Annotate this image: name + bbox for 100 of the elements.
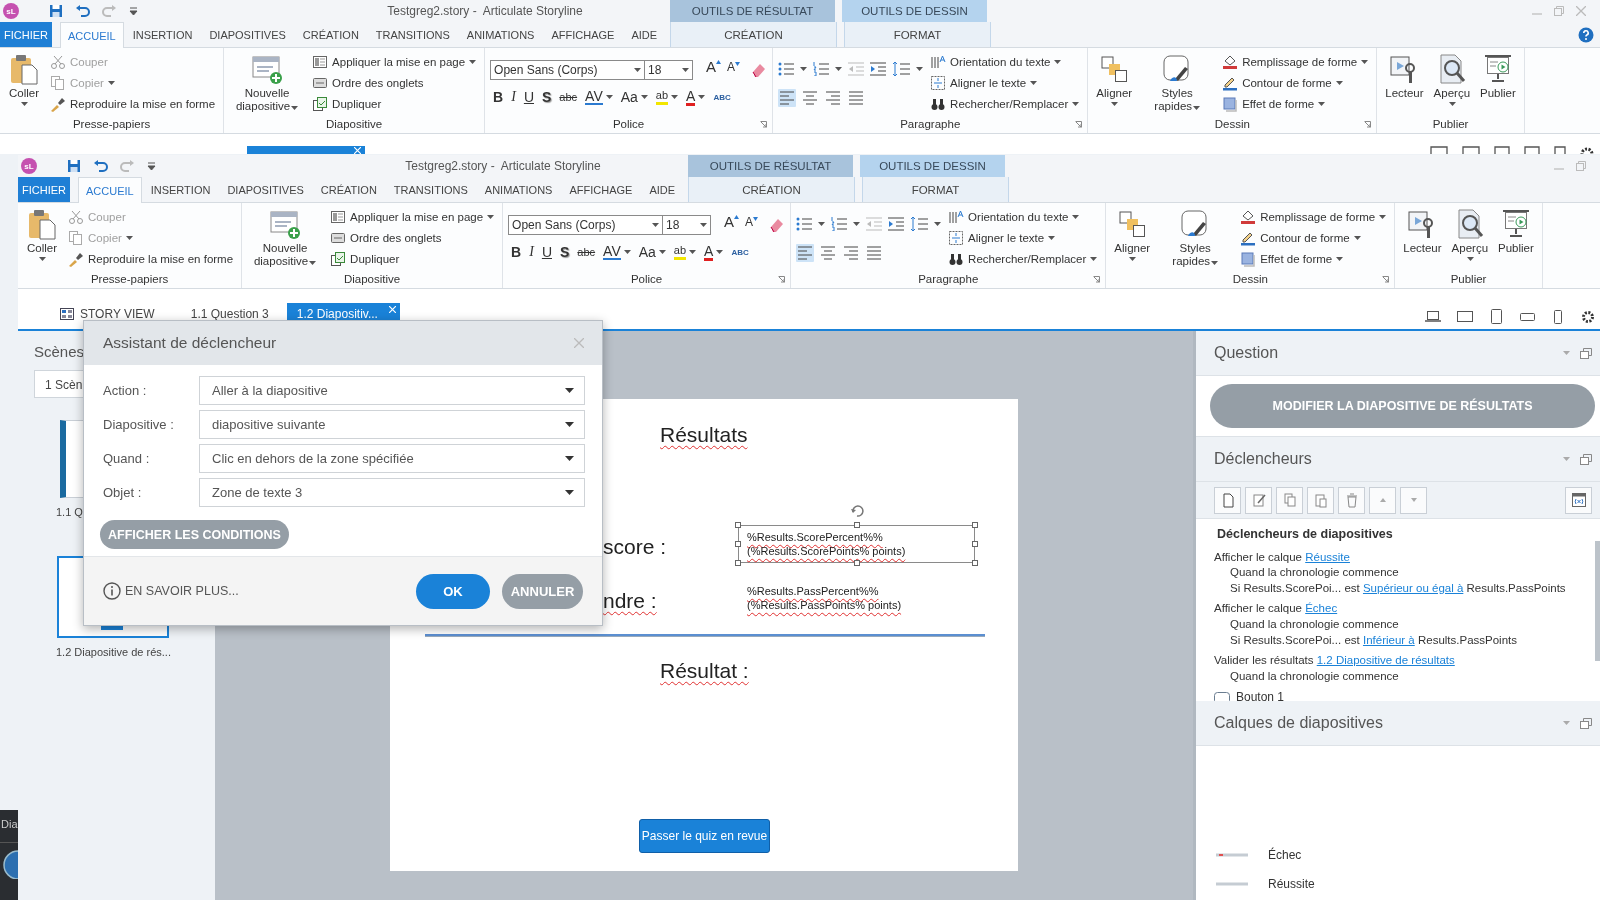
dialog-launcher-icon[interactable]	[1364, 121, 1372, 128]
ribbon-tab[interactable]: CRÉATION	[312, 177, 385, 202]
trigger-link[interactable]: Supérieur ou égal à	[1362, 581, 1464, 594]
change-case-button[interactable]: Aa	[635, 240, 669, 264]
restore-icon[interactable]	[1580, 347, 1592, 359]
numbered-list-icon[interactable]	[831, 217, 848, 231]
justify-icon[interactable]	[847, 89, 866, 107]
increase-indent-icon[interactable]	[888, 217, 905, 231]
file-tab[interactable]: FICHIER	[0, 22, 52, 47]
gear-icon[interactable]	[1580, 308, 1596, 324]
ok-button[interactable]: OK	[416, 573, 490, 609]
resize-handle[interactable]	[735, 541, 741, 547]
bold-button[interactable]: B	[490, 85, 507, 109]
rotate-handle-icon[interactable]	[849, 503, 864, 517]
ribbon-button[interactable]: Rechercher/Remplacer	[927, 93, 1083, 114]
strikethrough-button[interactable]: abc	[574, 240, 599, 264]
ribbon-button[interactable]: Remplissage de forme	[1219, 51, 1372, 72]
ribbon-button[interactable]: Nouvelle diapositive	[247, 206, 324, 270]
ribbon-button[interactable]: Contour de forme	[1219, 72, 1372, 93]
undo-icon[interactable]	[93, 159, 108, 173]
device-icon[interactable]	[1554, 146, 1566, 154]
ribbon-button[interactable]: Remplissage de forme	[1237, 206, 1390, 227]
font-color-button[interactable]: A	[683, 85, 709, 109]
ribbon-button[interactable]: Coller	[23, 206, 61, 263]
customize-icon[interactable]	[129, 7, 138, 15]
shadow-button[interactable]: S	[557, 240, 573, 264]
italic-button[interactable]: I	[526, 240, 537, 264]
bullet-list-icon[interactable]	[778, 62, 795, 76]
change-case-button[interactable]: Aa	[617, 85, 651, 109]
justify-icon[interactable]	[865, 244, 884, 262]
underline-button[interactable]: U	[520, 85, 537, 109]
ribbon-tab[interactable]: AIDE	[623, 22, 666, 47]
shadow-button[interactable]: S	[539, 85, 555, 109]
undo-icon[interactable]	[75, 4, 90, 18]
customize-icon[interactable]	[147, 162, 156, 170]
toolbar-button[interactable]	[1245, 486, 1272, 514]
ribbon-tab[interactable]: TRANSITIONS	[385, 177, 476, 202]
ribbon-button[interactable]: Contour de forme	[1237, 227, 1390, 248]
trigger-link[interactable]: 1.2 Diapositive de résultats	[1316, 654, 1455, 667]
ribbon-tab[interactable]: INSERTION	[142, 177, 219, 202]
font-name-dropdown[interactable]: Open Sans (Corps)	[490, 60, 646, 80]
ribbon-tab[interactable]: ANIMATIONS	[458, 22, 543, 47]
resize-handle[interactable]	[735, 522, 741, 528]
ribbon-button[interactable]: Aperçu	[1448, 206, 1492, 263]
toolbar-button[interactable]	[1338, 486, 1365, 514]
font-size-dropdown[interactable]: 18	[663, 215, 712, 235]
dropdown-field[interactable]: Clic en dehors de la zone spécifiée	[199, 444, 585, 473]
ribbon-tab[interactable]: FORMAT	[862, 177, 1009, 202]
ribbon-button[interactable]: Publier	[1477, 51, 1519, 102]
ribbon-button[interactable]: Orientation du texte	[945, 206, 1101, 227]
dialog-launcher-icon[interactable]	[1382, 276, 1390, 283]
ribbon-button[interactable]: Coller	[5, 51, 43, 108]
grow-font-button[interactable]: A	[721, 213, 743, 237]
ribbon-button[interactable]: Reproduire la mise en forme	[47, 93, 219, 114]
trigger-link[interactable]: Inférieur à	[1362, 633, 1415, 646]
grow-font-button[interactable]: A	[703, 58, 725, 82]
increase-indent-icon[interactable]	[870, 62, 887, 76]
shrink-font-button[interactable]: A	[742, 215, 762, 239]
resize-handle[interactable]	[972, 522, 978, 528]
ribbon-button[interactable]: Dupliquer	[327, 248, 498, 269]
resize-handle[interactable]	[853, 560, 860, 566]
ribbon-tab[interactable]: AIDE	[641, 177, 684, 202]
laptop-icon[interactable]	[1424, 308, 1442, 324]
ribbon-tab[interactable]: FORMAT	[844, 22, 991, 47]
ribbon-tab[interactable]: INSERTION	[124, 22, 201, 47]
resize-handle[interactable]	[853, 522, 860, 528]
story-tab[interactable]: STORY VIEW	[42, 303, 173, 329]
ribbon-button[interactable]: Rechercher/Remplacer	[945, 248, 1101, 269]
underline-button[interactable]: U	[538, 240, 555, 264]
dropdown-field[interactable]: diapositive suivante	[199, 410, 585, 439]
gear-icon[interactable]	[1580, 146, 1594, 154]
line-spacing-icon[interactable]	[892, 61, 911, 77]
dialog-launcher-icon[interactable]	[1075, 121, 1083, 128]
ribbon-button[interactable]: Publier	[1495, 206, 1537, 257]
bullet-list-icon[interactable]	[796, 217, 813, 231]
ribbon-button[interactable]: Styles rapides	[1139, 51, 1216, 115]
dropdown-field[interactable]: Aller à la diapositive	[199, 376, 585, 405]
ribbon-button[interactable]: Styles rapides	[1157, 206, 1234, 270]
ribbon-tab[interactable]: ACCUEIL	[60, 22, 124, 48]
device-icon[interactable]	[1462, 146, 1480, 154]
text-box[interactable]: %Results.PassPercent%% (%Results.PassPoints% points)	[733, 574, 980, 622]
strikethrough-button[interactable]: abc	[556, 85, 581, 109]
trigger-link[interactable]: Échec	[1305, 602, 1338, 615]
character-spacing-button[interactable]: AV	[600, 240, 634, 264]
ribbon-button[interactable]: Effet de forme	[1237, 248, 1390, 269]
save-icon[interactable]	[67, 159, 81, 173]
highlight-button[interactable]: ab	[652, 85, 682, 109]
ribbon-button[interactable]: Aligner	[1111, 206, 1154, 263]
ribbon-button[interactable]: Lecteur	[1400, 206, 1445, 257]
monitor-icon[interactable]	[1456, 308, 1474, 324]
ribbon-button[interactable]: Dupliquer	[309, 93, 480, 114]
spell-check-button[interactable]: ABC	[728, 240, 752, 264]
ribbon-button[interactable]: Ordre des onglets	[327, 227, 498, 248]
align-center-icon[interactable]	[801, 89, 820, 107]
align-left-icon[interactable]	[778, 89, 797, 107]
ribbon-button[interactable]: Effet de forme	[1219, 93, 1372, 114]
ribbon-tab[interactable]: CRÉATION	[688, 177, 855, 202]
shrink-font-button[interactable]: A	[724, 60, 744, 84]
font-color-button[interactable]: A	[701, 240, 727, 264]
help-icon[interactable]	[1578, 26, 1594, 43]
